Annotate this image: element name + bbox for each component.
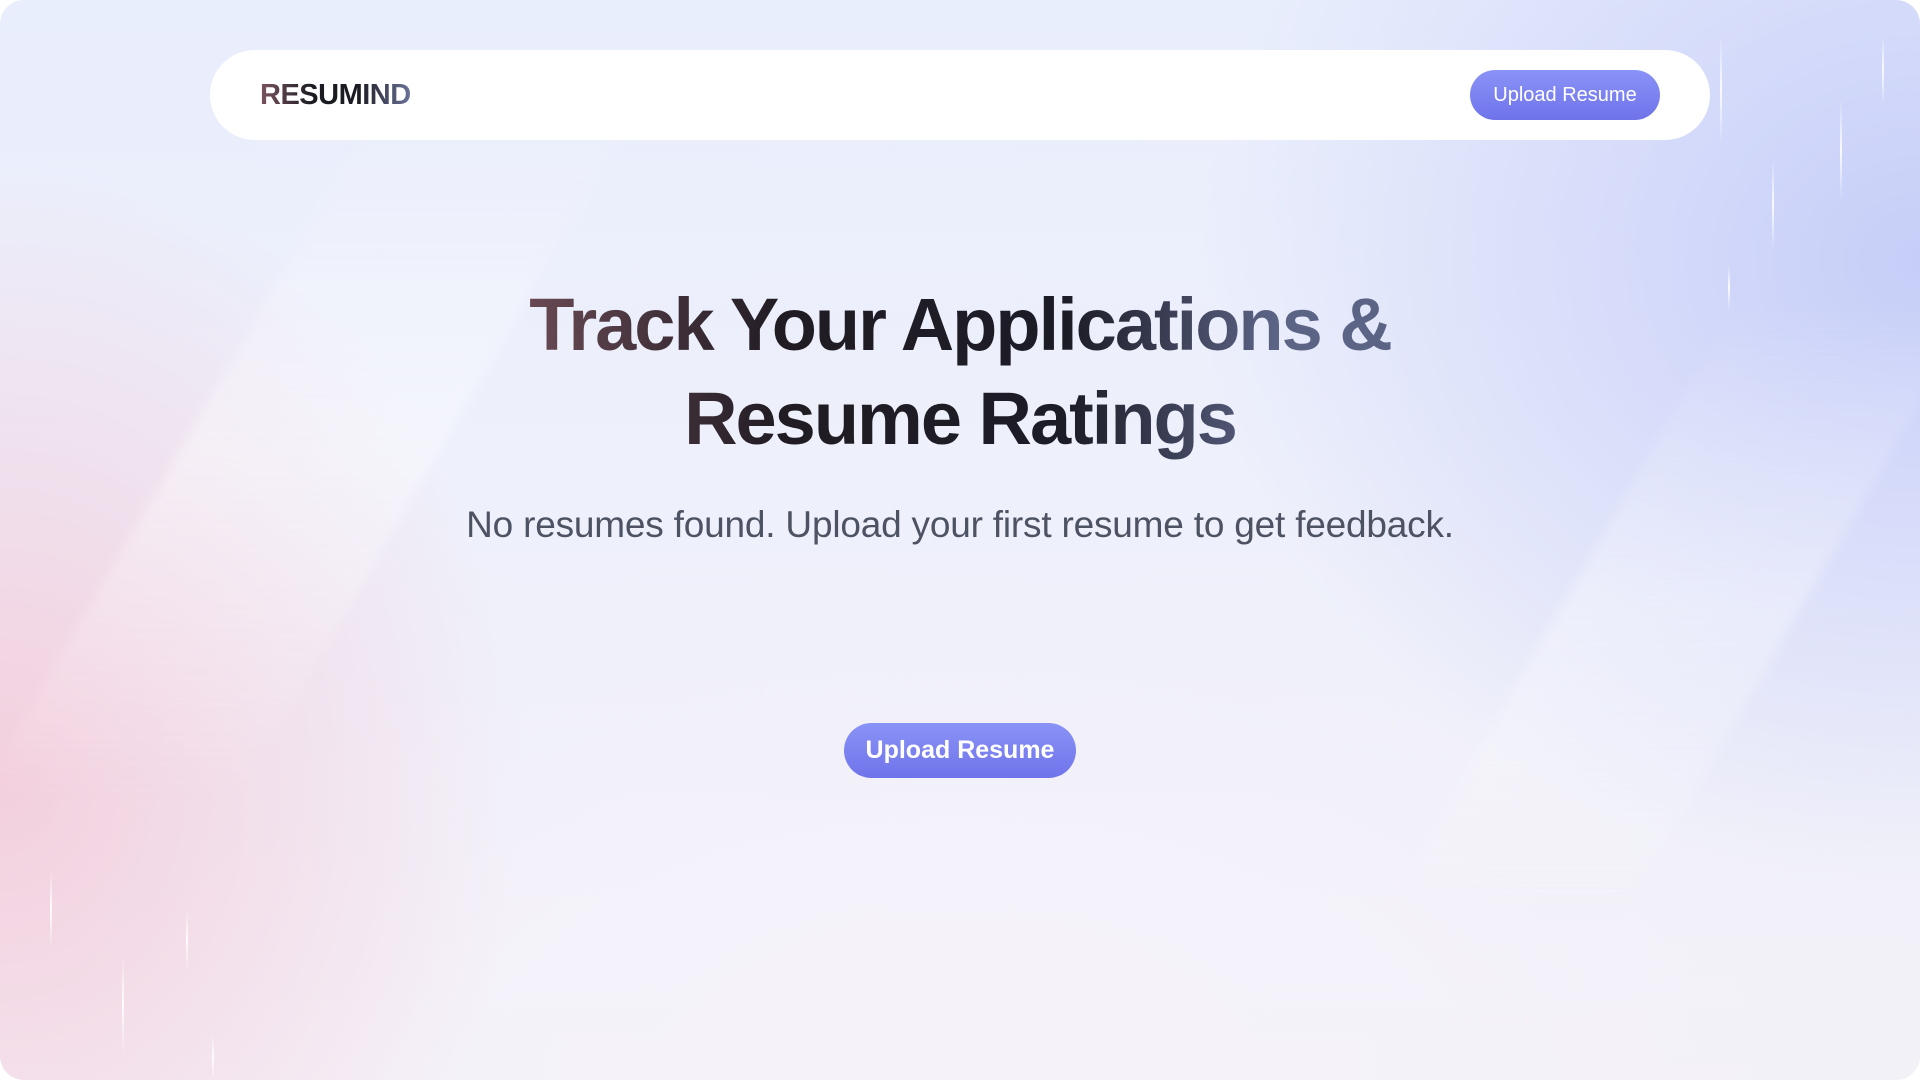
page-headline: Track Your Applications & Resume Ratings — [510, 278, 1410, 466]
top-navbar: RESUMIND Upload Resume — [210, 50, 1710, 140]
decorative-line — [1840, 100, 1842, 200]
upload-resume-nav-button[interactable]: Upload Resume — [1470, 70, 1660, 120]
app-logo[interactable]: RESUMIND — [260, 79, 411, 112]
decorative-line — [186, 910, 188, 970]
hero-section: Track Your Applications & Resume Ratings… — [0, 278, 1920, 546]
decorative-line — [50, 870, 52, 950]
page-background: RESUMIND Upload Resume Track Your Applic… — [0, 0, 1920, 1080]
decorative-line — [212, 1035, 214, 1080]
decorative-line — [1882, 35, 1884, 105]
decorative-line — [1772, 160, 1774, 250]
upload-resume-button[interactable]: Upload Resume — [844, 723, 1076, 778]
empty-state-message: No resumes found. Upload your first resu… — [466, 504, 1454, 545]
decorative-line — [122, 955, 124, 1055]
decorative-line — [1720, 35, 1722, 145]
